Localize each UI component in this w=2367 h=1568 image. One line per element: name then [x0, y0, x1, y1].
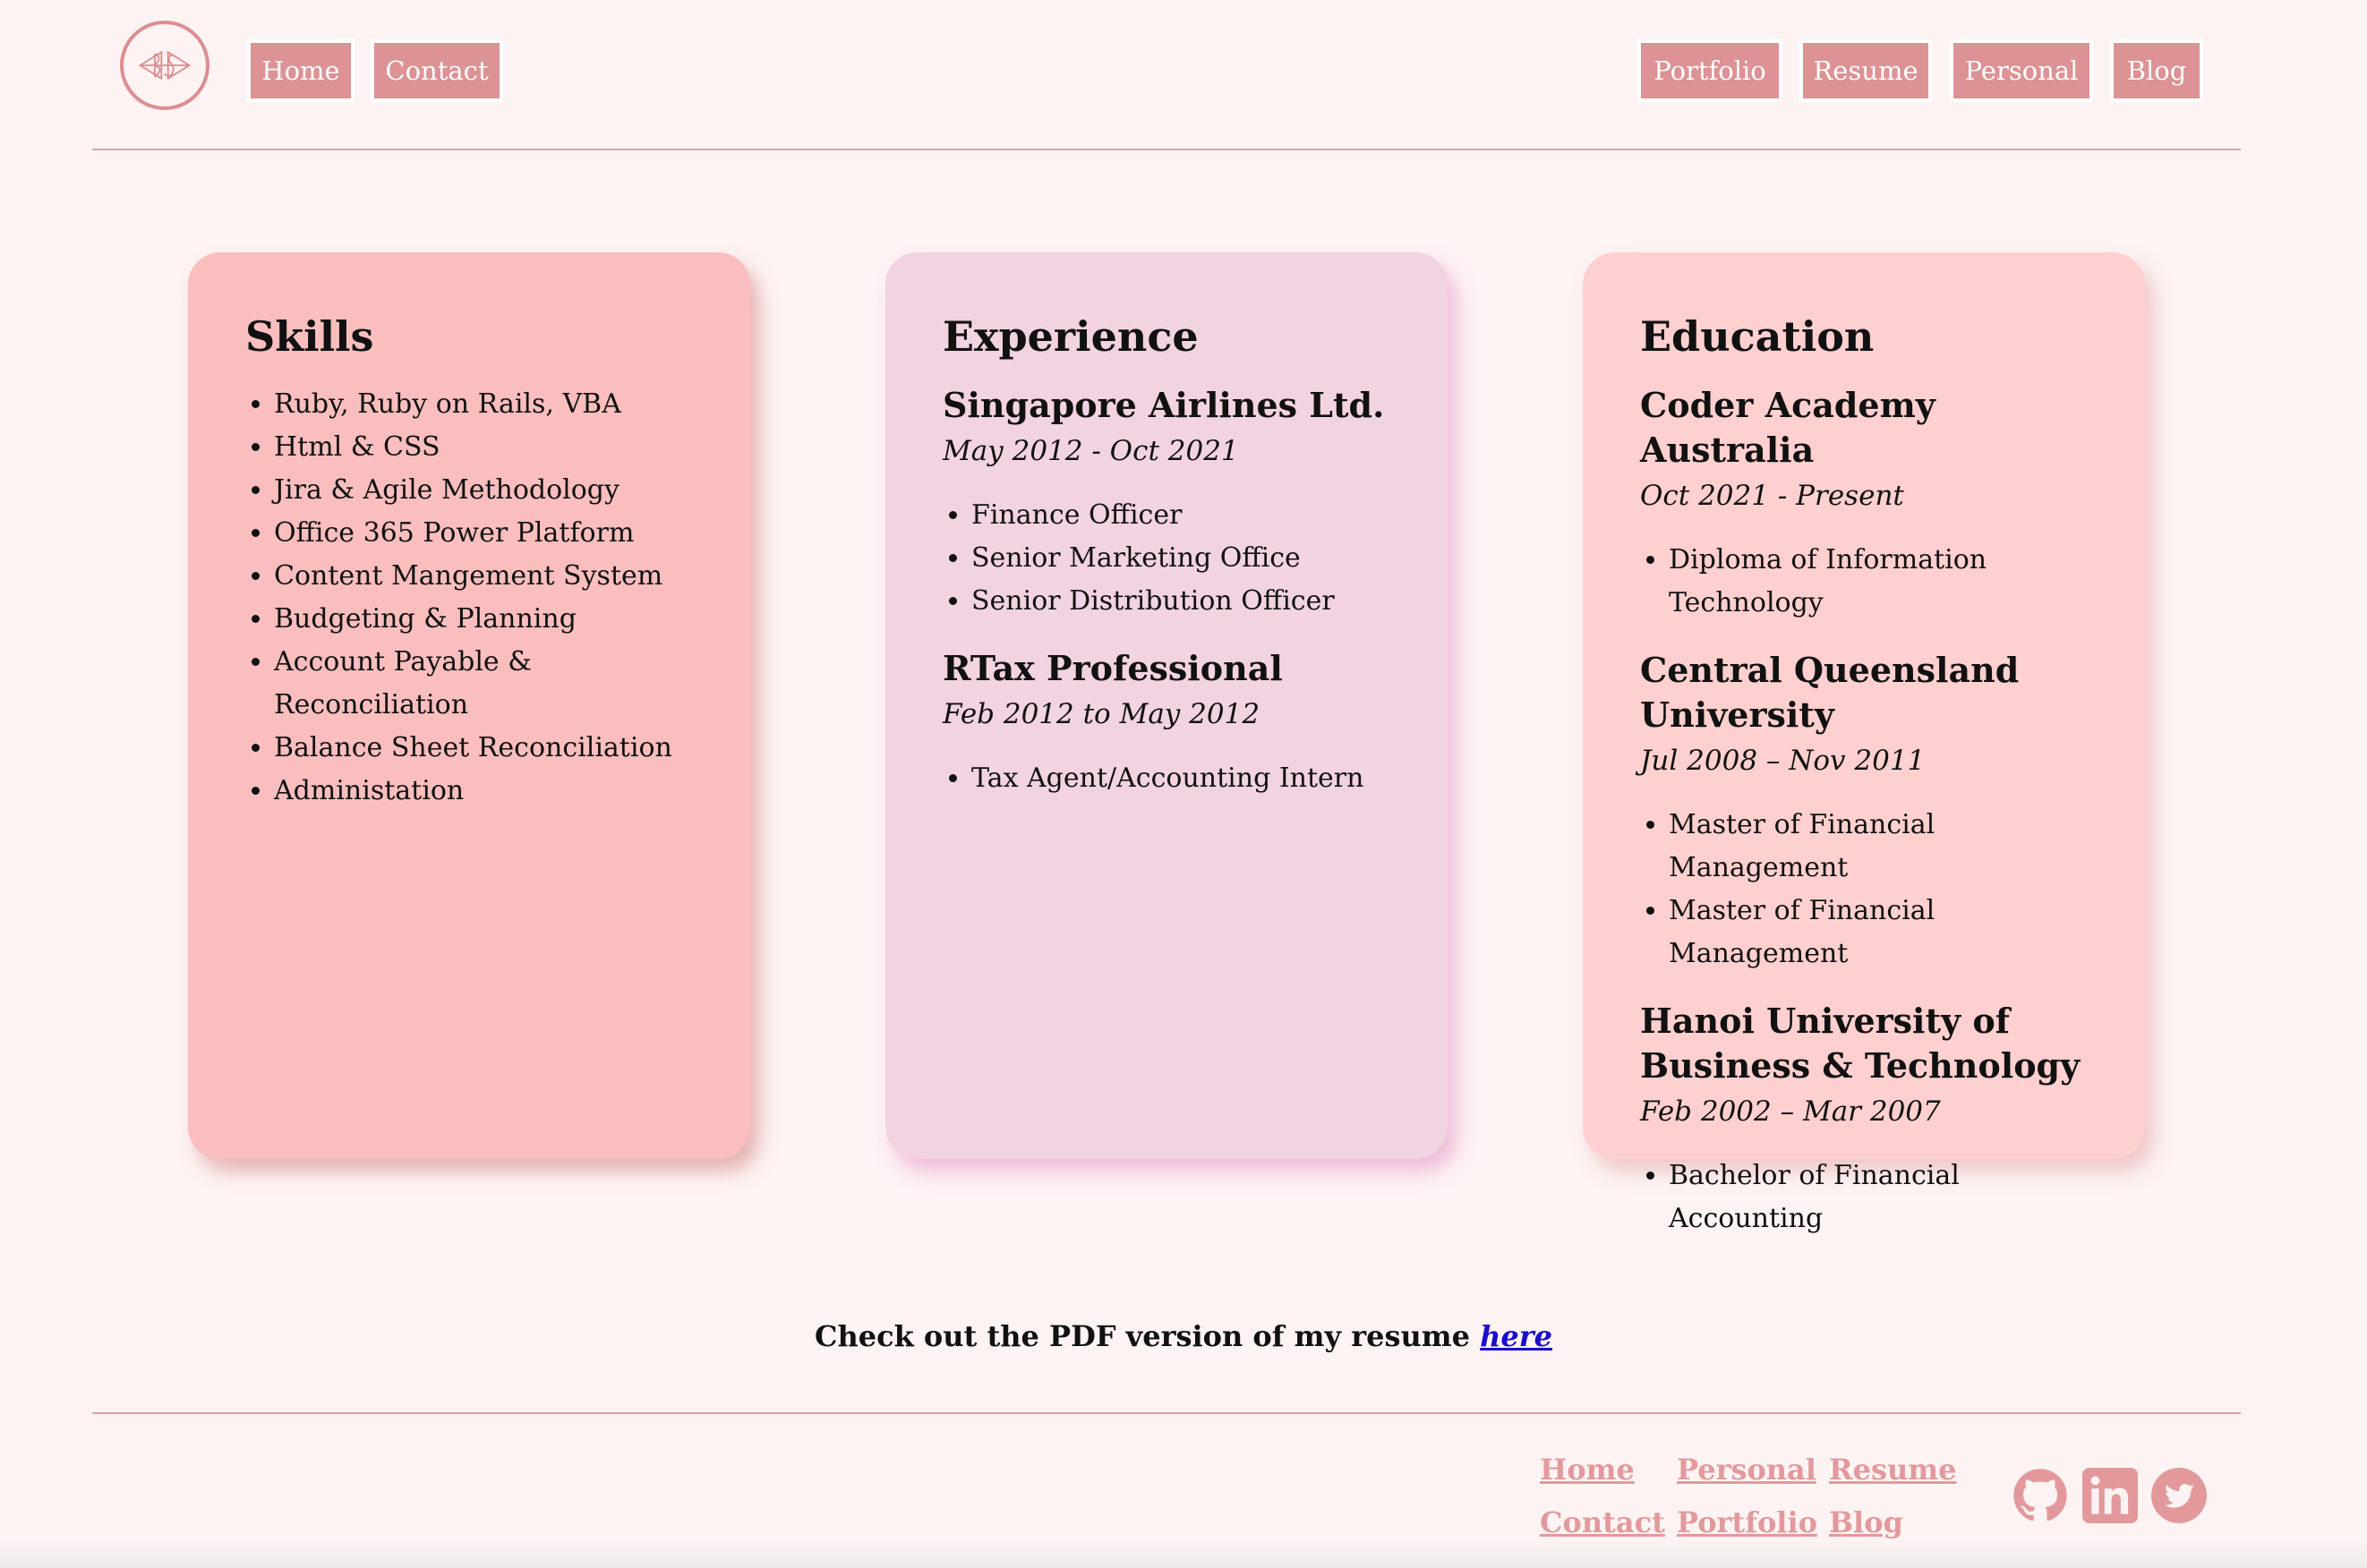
experience-org: RTax Professional	[943, 648, 1283, 688]
experience-title: Experience	[943, 312, 1199, 361]
footer-divider	[92, 1412, 2241, 1414]
skill-item: Administation	[274, 770, 714, 813]
logo[interactable]	[120, 21, 209, 110]
skill-item: Office 365 Power Platform	[274, 512, 714, 555]
linkedin-icon[interactable]	[2082, 1468, 2138, 1523]
skill-item: Ruby, Ruby on Rails, VBA	[274, 383, 714, 426]
experience-org: Singapore Airlines Ltd.	[943, 385, 1385, 425]
experience-role: Senior Distribution Officer	[971, 580, 1412, 623]
education-period: Oct 2021 - Present	[1640, 480, 1904, 512]
footer-home-link[interactable]: Home	[1540, 1452, 1635, 1487]
footer-personal-link[interactable]: Personal	[1677, 1452, 1816, 1487]
footer-contact-link[interactable]: Contact	[1540, 1504, 1665, 1540]
skill-item: Html & CSS	[274, 426, 714, 469]
nav-personal-button[interactable]: Personal	[1953, 43, 2089, 98]
education-institution: Coder Academy Australia	[1640, 385, 1935, 470]
experience-period: Feb 2012 to May 2012	[943, 698, 1260, 730]
logo-monogram-icon	[138, 50, 192, 81]
pdf-resume-link[interactable]: here	[1480, 1319, 1552, 1353]
skill-item: Balance Sheet Reconciliation	[274, 727, 714, 770]
nav-contact-button[interactable]: Contact	[374, 43, 500, 98]
skills-title: Skills	[245, 312, 374, 361]
education-degree: Master of Financial Management	[1669, 890, 2109, 976]
pdf-resume-text: Check out the PDF version of my resume	[815, 1319, 1470, 1353]
experience-period: May 2012 - Oct 2021	[943, 435, 1239, 467]
experience-card: Experience Singapore Airlines Ltd. May 2…	[885, 252, 1448, 1159]
pdf-resume-note: Check out the PDF version of my resume h…	[0, 1314, 2367, 1359]
nav-resume-button[interactable]: Resume	[1803, 43, 1928, 98]
window-bottom-shadow	[0, 1541, 2367, 1568]
skills-card: Skills Ruby, Ruby on Rails, VBA Html & C…	[188, 252, 750, 1159]
nav-home-button[interactable]: Home	[251, 43, 351, 98]
footer-resume-link[interactable]: Resume	[1829, 1452, 1956, 1487]
skill-item: Jira & Agile Methodology	[274, 469, 714, 512]
footer-blog-link[interactable]: Blog	[1829, 1504, 1903, 1540]
experience-role: Tax Agent/Accounting Intern	[971, 757, 1412, 800]
education-title: Education	[1640, 312, 1875, 361]
education-period: Feb 2002 – Mar 2007	[1640, 1095, 1941, 1128]
twitter-icon[interactable]	[2151, 1468, 2207, 1523]
education-degree: Master of Financial Management	[1669, 804, 2109, 890]
experience-roles-list: Finance Officer Senior Marketing Office …	[943, 494, 1412, 623]
education-card: Education Coder Academy Australia Oct 20…	[1583, 252, 2145, 1234]
education-degree: Diploma of Information Technology	[1669, 539, 2109, 625]
nav-portfolio-button[interactable]: Portfolio	[1641, 43, 1779, 98]
education-degree: Bachelor of Financial Accounting	[1669, 1155, 2109, 1240]
github-icon[interactable]	[2012, 1468, 2068, 1523]
education-period: Jul 2008 – Nov 2011	[1640, 745, 1926, 777]
skill-item: Content Mangement System	[274, 555, 714, 598]
experience-roles-list: Tax Agent/Accounting Intern	[943, 757, 1412, 800]
skill-item: Account Payable & Reconciliation	[274, 641, 714, 727]
nav-blog-button[interactable]: Blog	[2114, 43, 2200, 98]
skill-item: Budgeting & Planning	[274, 598, 714, 641]
experience-role: Finance Officer	[971, 494, 1412, 537]
education-institution: Central Queensland University	[1640, 650, 2020, 735]
header-divider	[92, 149, 2241, 150]
education-degrees-list: Master of Financial Management Master of…	[1640, 804, 2109, 976]
education-institution: Hanoi University of Business & Technolog…	[1640, 1001, 2081, 1086]
education-degrees-list: Diploma of Information Technology	[1640, 539, 2109, 625]
skills-list: Ruby, Ruby on Rails, VBA Html & CSS Jira…	[245, 383, 714, 813]
experience-role: Senior Marketing Office	[971, 537, 1412, 580]
education-degrees-list: Bachelor of Financial Accounting	[1640, 1155, 2109, 1240]
footer-portfolio-link[interactable]: Portfolio	[1677, 1504, 1817, 1540]
